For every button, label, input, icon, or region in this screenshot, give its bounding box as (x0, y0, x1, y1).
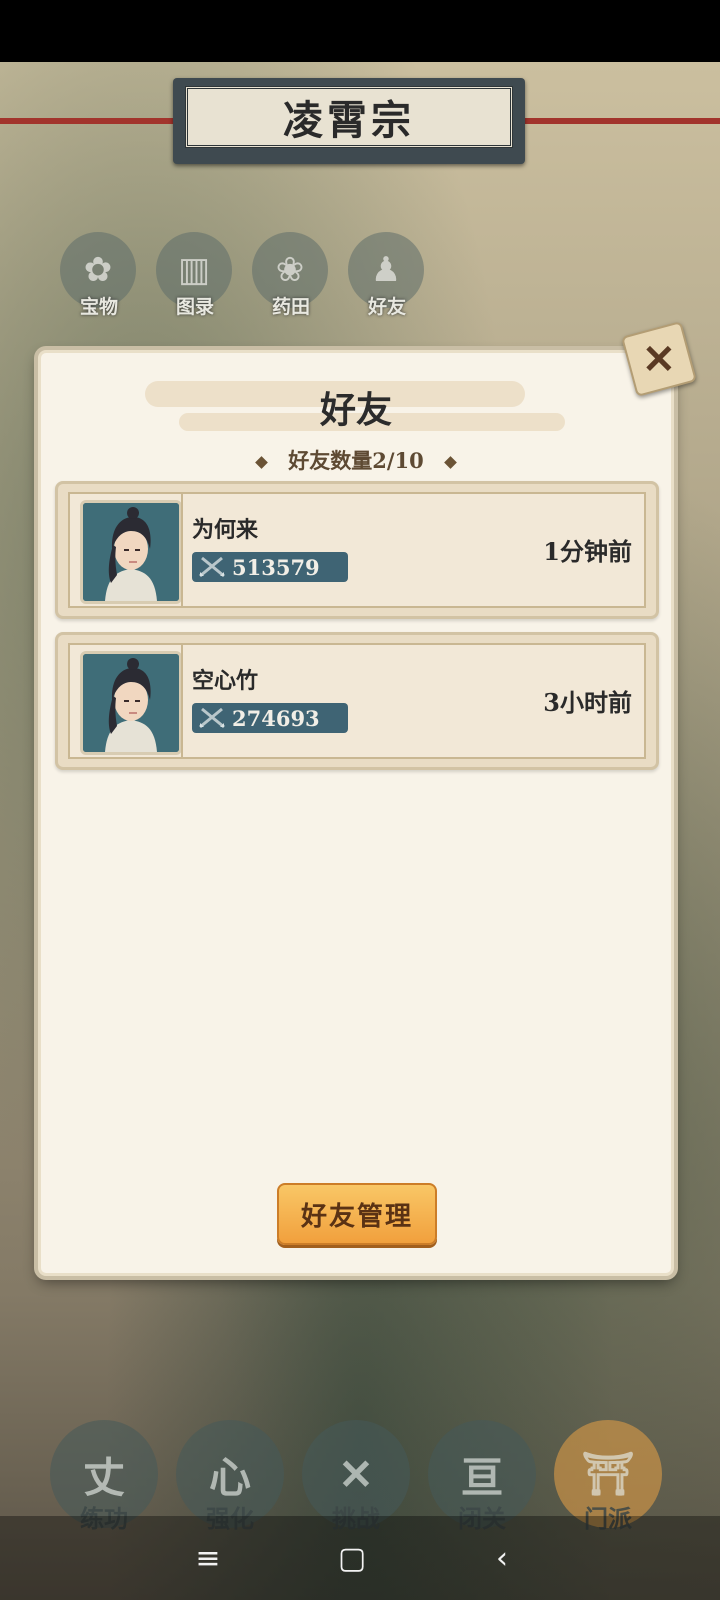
herb-field-icon: ❀ (275, 250, 305, 290)
diamond-icon (255, 456, 269, 469)
bottom-nav-enhance[interactable]: 心 强化 (176, 1420, 284, 1533)
crossed-swords-icon (199, 707, 225, 729)
friend-card[interactable]: 空心竹 274693 3小时前 (55, 632, 659, 770)
quick-nav-catalog[interactable]: ▥ 图录 (156, 232, 234, 322)
status-bar (0, 0, 720, 62)
friends-icon: ♟ (370, 250, 402, 290)
sect-title-plate: 凌霄宗 (173, 78, 525, 164)
home-icon[interactable]: ▢ (332, 1538, 372, 1578)
bottom-nav-seclusion[interactable]: 亘 闭关 (428, 1420, 536, 1533)
scroll-book-icon: ▥ (177, 250, 211, 290)
seclusion-icon: 亘 (460, 1452, 503, 1502)
last-online-time: 1分钟前 (543, 537, 632, 566)
combat-power-box: 513579 (192, 552, 348, 582)
quick-nav-treasure[interactable]: ✿ 宝物 (60, 232, 138, 322)
train-icon: 丈 (82, 1452, 125, 1502)
sect-title: 凌霄宗 (283, 97, 415, 144)
character-portrait-icon (83, 503, 179, 601)
quick-nav-herb-field[interactable]: ❀ 药田 (252, 232, 330, 322)
friend-manage-button[interactable]: 好友管理 (277, 1183, 437, 1245)
banner-rope-right (520, 118, 720, 124)
avatar-divider (181, 494, 183, 606)
dialog-title: 好友 (319, 389, 392, 431)
friend-count: 好友数量2/10 (288, 448, 424, 473)
quick-nav-friends[interactable]: ♟ 好友 (348, 232, 426, 322)
heart-mind-icon: 心 (208, 1452, 251, 1502)
quick-nav-label: 药田 (271, 296, 310, 318)
crossed-swords-icon: ✕ (338, 1449, 374, 1499)
back-icon[interactable]: ‹ (482, 1538, 522, 1578)
diamond-icon (443, 456, 457, 469)
avatar[interactable] (80, 500, 182, 604)
avatar-divider (181, 645, 183, 757)
bottom-nav-sect[interactable]: ⛩ 门派 (554, 1420, 662, 1533)
avatar[interactable] (80, 651, 182, 755)
friend-name: 为何来 (192, 517, 259, 543)
combat-power-value: 274693 (232, 705, 320, 731)
character-portrait-icon (83, 654, 179, 752)
friend-count-row: 好友数量2/10 (41, 445, 671, 475)
quick-nav-label: 宝物 (79, 296, 118, 318)
banner-rope-left (0, 118, 180, 124)
crossed-swords-icon (199, 556, 225, 578)
bottom-nav-challenge[interactable]: ✕ 挑战 (302, 1420, 410, 1533)
quick-nav-label: 图录 (175, 296, 214, 318)
bottom-nav-train[interactable]: 丈 练功 (50, 1420, 158, 1533)
system-nav-bar: ≡ ▢ ‹ (0, 1516, 720, 1600)
quick-nav: ✿ 宝物 ▥ 图录 ❀ 药田 ♟ 好友 (60, 232, 426, 322)
combat-power-box: 274693 (192, 703, 348, 733)
quick-nav-label: 好友 (367, 296, 406, 318)
friend-name: 空心竹 (192, 668, 259, 694)
torii-gate-icon: ⛩ (581, 1449, 635, 1498)
friend-card[interactable]: 为何来 513579 1分钟前 (55, 481, 659, 619)
friends-dialog: 好友 好友数量2/10 为何来 513579 1分钟前 空心竹 274693 3… (38, 350, 674, 1276)
last-online-time: 3小时前 (543, 688, 632, 717)
friend-manage-label: 好友管理 (300, 1201, 413, 1232)
combat-power-value: 513579 (232, 554, 320, 580)
close-x-icon: ✕ (642, 335, 676, 383)
menu-icon[interactable]: ≡ (188, 1538, 228, 1578)
treasure-bag-icon: ✿ (83, 250, 113, 290)
